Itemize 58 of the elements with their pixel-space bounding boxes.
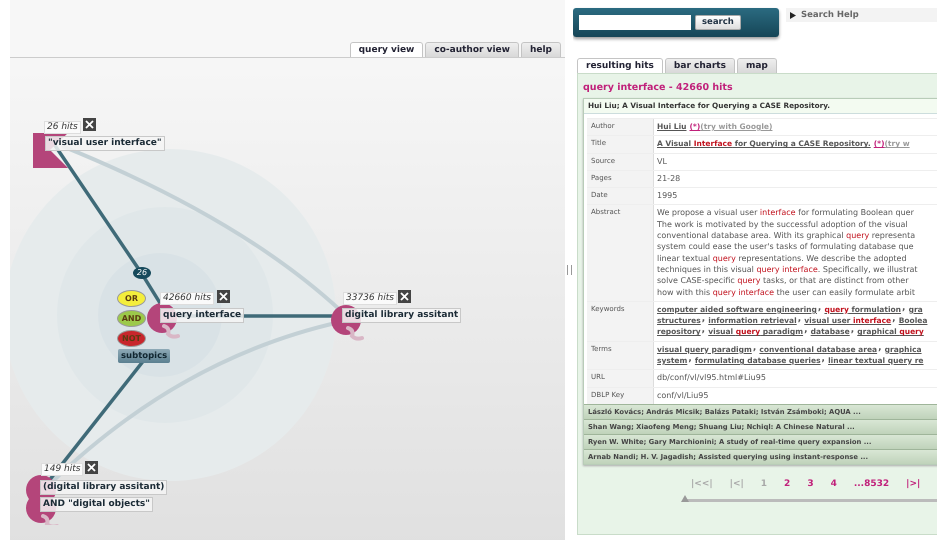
search-field[interactable] [579, 15, 691, 30]
splitter-handle[interactable] [566, 265, 572, 275]
view-tab[interactable]: co-author view [425, 42, 519, 57]
field-text: solve CASE-specific query tasks, or that are distinct from other [657, 276, 909, 286]
view-tab[interactable]: help [520, 42, 561, 57]
field-text: db/conf/vl/vl95.html#Liu95 [657, 373, 766, 382]
close-icon[interactable] [85, 461, 98, 474]
node-label[interactable]: digital library assitant [342, 308, 462, 323]
field-text: We propose a visual user interface for formulating Boolean quer [657, 208, 914, 218]
hits-count: 33736 hits [343, 292, 397, 305]
field-text: 1995 [657, 191, 678, 200]
separator-text: , [818, 304, 822, 313]
results-tab[interactable]: resulting hits [577, 58, 663, 73]
page-link[interactable]: 2 [784, 478, 790, 489]
field-text: 21-28 [657, 174, 680, 183]
field-text: linear textual query representations. We describe the adopted [657, 254, 907, 263]
page-link[interactable]: |>| [906, 478, 920, 489]
close-icon[interactable] [83, 118, 96, 131]
field-text: conventional database area. With its graphical query representa [657, 231, 916, 240]
close-icon[interactable] [398, 290, 411, 303]
hits-count: 42660 hits [160, 292, 214, 305]
results-tab[interactable]: map [736, 58, 777, 73]
separator-text: , [702, 326, 706, 336]
page-link[interactable]: 4 [830, 478, 837, 489]
expand-triangle-icon [790, 12, 796, 18]
separator-text: , [822, 355, 826, 364]
field-text: system could ease the user's tasks of formulating database que [657, 242, 914, 252]
separator-text: , [850, 326, 856, 336]
slider-thumb[interactable] [681, 494, 689, 502]
field-text: conf/vl/Liu95 [657, 390, 708, 400]
separator-text: , [752, 344, 758, 353]
separator-text: , [892, 315, 897, 324]
field-text: techniques in this visual query interface. Specifically, we illustrat [657, 264, 918, 274]
field-text: how with this query interface the user can easily formulate arbit [657, 288, 915, 297]
results-heading: query interface - 42660 hits [583, 82, 734, 93]
search-help-link[interactable]: Search Help [801, 10, 859, 20]
node-label[interactable]: "visual user interface" [45, 136, 165, 151]
view-tab[interactable]: query view [350, 42, 424, 57]
field-text: The work is motivated by the successful adoption of the visual [657, 220, 908, 229]
node-label[interactable]: query interface [160, 308, 244, 323]
separator-text: , [902, 304, 906, 313]
separator-text: , [798, 315, 802, 324]
hits-count: 26 hits [44, 121, 81, 134]
page-link[interactable]: ...8532 [854, 478, 890, 489]
separator-text: , [878, 344, 883, 353]
node-label[interactable]: AND "digital objects" [40, 497, 153, 512]
page-link[interactable]: 3 [807, 478, 814, 489]
separator-text: , [688, 355, 693, 364]
field-text: VL [657, 156, 667, 166]
separator-text: , [804, 326, 808, 336]
search-help-bar[interactable]: Search Help [786, 8, 937, 22]
node-label[interactable]: (digital library assitant) [40, 480, 168, 495]
results-tab[interactable]: bar charts [664, 58, 735, 73]
hits-count: 149 hits [41, 463, 84, 476]
close-icon[interactable] [217, 290, 230, 303]
subtopics-button[interactable]: subtopics [118, 349, 170, 363]
search-button[interactable]: search [695, 15, 741, 30]
separator-text: , [702, 315, 706, 324]
